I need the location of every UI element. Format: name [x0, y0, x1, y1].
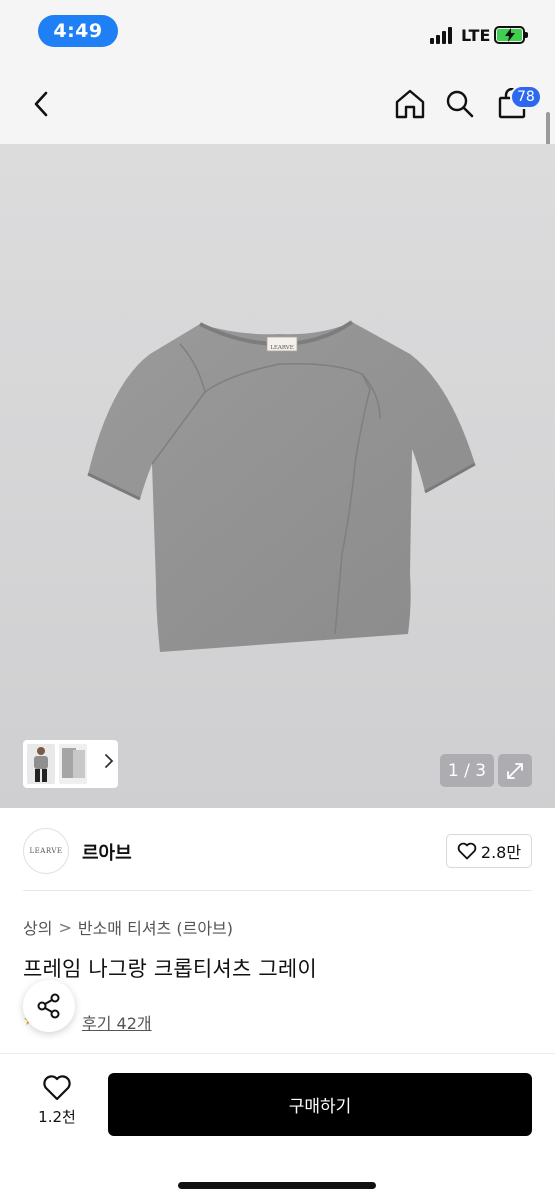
breadcrumb-item-category[interactable]: 상의 — [23, 915, 52, 939]
product-image: LEARVE — [87, 320, 476, 652]
wishlist-count: 1.2천 — [38, 1108, 76, 1126]
wishlist-button[interactable]: 1.2천 — [22, 1074, 92, 1136]
image-page-counter: 1 / 3 — [440, 754, 494, 787]
battery-icon — [494, 26, 528, 44]
brand-like-count: 2.8만 — [480, 843, 522, 862]
heart-icon — [43, 1075, 71, 1101]
signal-icon — [430, 27, 456, 44]
product-title: 프레임 나그랑 크롭티셔츠 그레이 — [23, 957, 317, 981]
breadcrumb-separator: > — [58, 917, 72, 937]
chevron-right-icon[interactable] — [104, 753, 114, 769]
buy-button[interactable]: 구매하기 — [108, 1073, 532, 1136]
thumbnail-strip[interactable] — [23, 740, 118, 788]
top-nav-bar: 78 — [0, 64, 555, 144]
divider — [23, 890, 532, 891]
status-bar: 4:49 LTE — [0, 0, 555, 64]
expand-icon — [507, 762, 523, 779]
cart-count-badge: 78 — [510, 85, 542, 109]
bottom-action-bar: 1.2천 구매하기 — [0, 1053, 555, 1200]
search-icon — [446, 90, 474, 118]
share-button[interactable] — [23, 980, 75, 1032]
breadcrumb: 상의 > 반소매 티셔츠 (르아브) — [23, 915, 233, 939]
heart-icon — [457, 842, 477, 860]
expand-image-button[interactable] — [498, 754, 532, 787]
chevron-left-icon — [34, 91, 48, 117]
brand-like-button[interactable]: 2.8만 — [446, 834, 532, 868]
breadcrumb-item-subcategory[interactable]: 반소매 티셔츠 (르아브) — [78, 915, 233, 939]
product-label-text: LEARVE — [270, 345, 294, 351]
home-indicator — [178, 1182, 376, 1189]
share-icon — [37, 993, 60, 1019]
thumbnail-model[interactable] — [27, 744, 55, 784]
product-image-gallery[interactable]: LEARVE 1 / 3 — [0, 144, 555, 808]
review-link[interactable]: 후기 42개 — [82, 1010, 152, 1034]
brand-logo[interactable]: LEARVE — [23, 828, 69, 874]
home-button[interactable] — [390, 84, 430, 124]
status-time: 4:49 — [38, 15, 118, 47]
home-icon — [395, 89, 425, 119]
network-type: LTE — [461, 26, 491, 45]
search-button[interactable] — [440, 84, 480, 124]
brand-name[interactable]: 르아브 — [82, 839, 132, 865]
back-button[interactable] — [22, 84, 62, 124]
brand-row: LEARVE 르아브 2.8만 — [0, 808, 555, 892]
thumbnail-flat[interactable] — [59, 744, 87, 784]
